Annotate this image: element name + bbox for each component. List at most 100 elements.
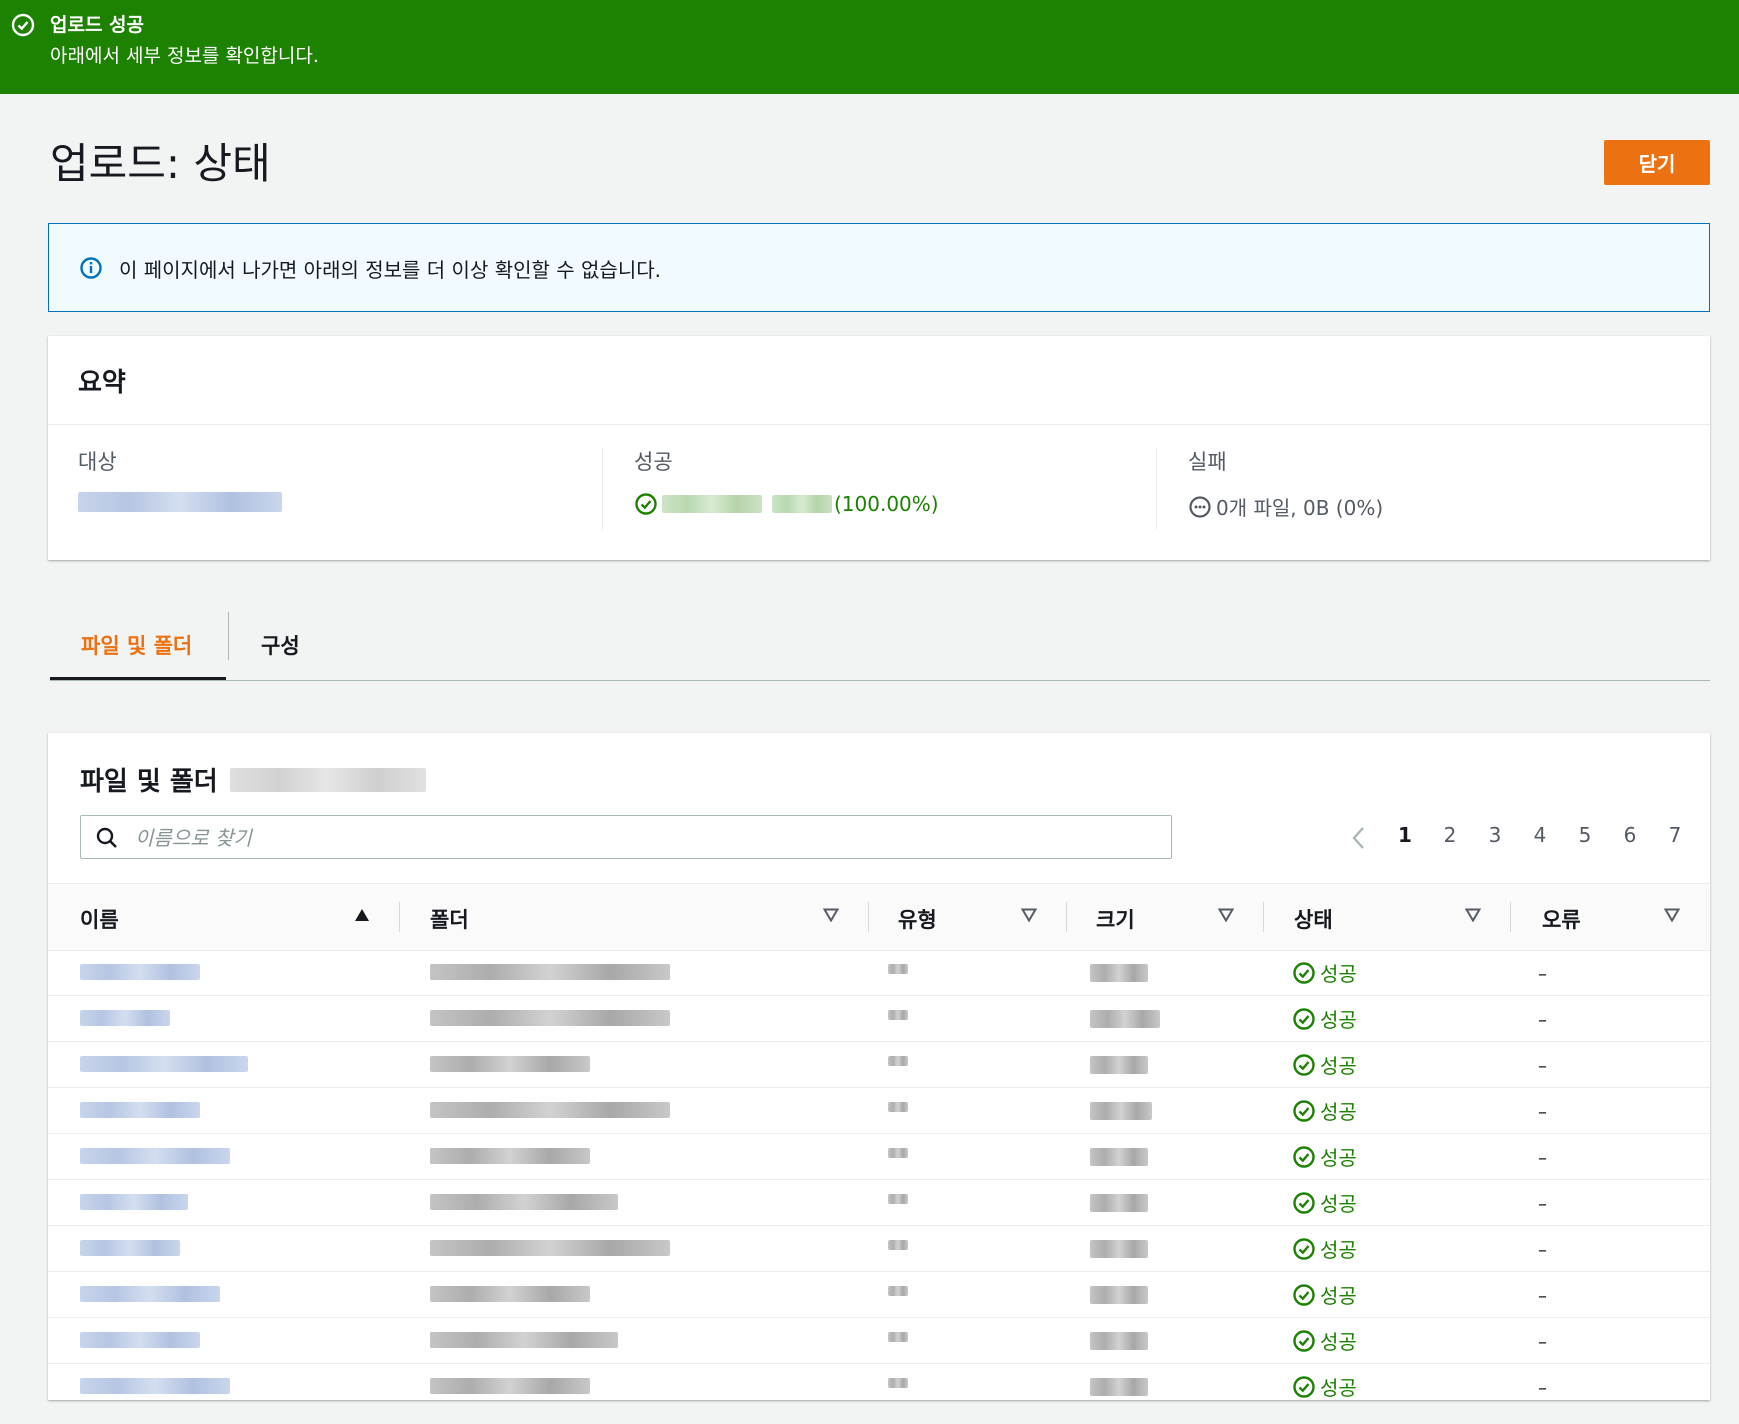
info-alert: 이 페이지에서 나가면 아래의 정보를 더 이상 확인할 수 없습니다. <box>48 223 1710 312</box>
sort-ascending-icon[interactable] <box>354 908 370 922</box>
redacted-size <box>1090 1194 1148 1212</box>
success-check-icon <box>1293 1375 1315 1398</box>
table-row: 성공 – <box>48 1226 1710 1272</box>
tab-configuration[interactable]: 구성 <box>261 630 300 660</box>
redacted-size <box>1090 1010 1160 1028</box>
table-row: 성공 – <box>48 1180 1710 1226</box>
redacted-file-name[interactable] <box>80 964 200 980</box>
summary-success: 성공 (100.00%) <box>634 446 939 516</box>
tab-divider <box>228 612 229 660</box>
success-check-icon <box>1293 1145 1315 1168</box>
page-2[interactable]: 2 <box>1436 823 1464 847</box>
sort-icon[interactable] <box>1218 908 1234 922</box>
failure-label: 실패 <box>1188 450 1227 474</box>
info-icon <box>80 257 102 279</box>
success-check-icon <box>1293 1099 1315 1122</box>
tab-files-and-folders[interactable]: 파일 및 폴더 <box>81 630 192 660</box>
search-box <box>80 815 1172 859</box>
redacted-type <box>888 964 908 974</box>
success-check-icon <box>1293 961 1315 984</box>
column-divider[interactable] <box>399 902 400 932</box>
table-body: 성공 – 성공 – 성공 – 성공 – 성공 – 성공 – 성공 – 성공 – … <box>48 950 1710 1400</box>
redacted-file-name[interactable] <box>80 1148 230 1164</box>
more-circle-icon <box>1189 495 1211 518</box>
success-check-icon <box>1293 1053 1315 1076</box>
redacted-size <box>1090 1286 1148 1304</box>
files-panel: 파일 및 폴더 1 2 3 4 5 6 7 이름 폴더 <box>48 733 1710 1400</box>
column-divider[interactable] <box>1263 902 1264 932</box>
status-success: 성공 <box>1292 1372 1357 1400</box>
redacted-type <box>888 1102 908 1112</box>
table-row: 성공 – <box>48 996 1710 1042</box>
redacted-success-size <box>772 495 832 513</box>
error-value: – <box>1538 1056 1547 1077</box>
redacted-folder <box>430 1056 590 1072</box>
summary-failure: 실패 0개 파일, 0B (0%) <box>1188 446 1383 521</box>
status-success: 성공 <box>1292 1234 1357 1263</box>
sort-icon[interactable] <box>1021 908 1037 922</box>
success-check-icon <box>1293 1007 1315 1030</box>
summary-header: 요약 <box>48 336 1710 425</box>
page-7[interactable]: 7 <box>1661 823 1689 847</box>
close-button[interactable]: 닫기 <box>1604 140 1710 185</box>
page-1[interactable]: 1 <box>1391 823 1419 847</box>
redacted-folder <box>430 1240 670 1256</box>
failure-text: 0개 파일, 0B (0%) <box>1216 496 1384 520</box>
column-divider[interactable] <box>868 902 869 932</box>
redacted-type <box>888 1010 908 1020</box>
table-row: 성공 – <box>48 1134 1710 1180</box>
redacted-target <box>78 492 282 512</box>
summary-divider <box>602 448 603 530</box>
page-6[interactable]: 6 <box>1616 823 1644 847</box>
table-row: 성공 – <box>48 1318 1710 1364</box>
column-folder[interactable]: 폴더 <box>430 904 469 934</box>
redacted-success-count <box>662 495 762 513</box>
active-tab-underline <box>50 677 226 680</box>
status-text: 성공 <box>1320 1008 1357 1032</box>
column-status[interactable]: 상태 <box>1294 904 1333 934</box>
redacted-file-name[interactable] <box>80 1194 188 1210</box>
status-text: 성공 <box>1320 1054 1357 1078</box>
sort-icon[interactable] <box>1465 908 1481 922</box>
column-error[interactable]: 오류 <box>1542 904 1581 934</box>
flash-message: 아래에서 세부 정보를 확인합니다. <box>50 45 319 67</box>
success-check-icon <box>635 493 657 515</box>
error-value: – <box>1538 1010 1547 1031</box>
column-size[interactable]: 크기 <box>1096 904 1135 934</box>
redacted-folder <box>430 1102 670 1118</box>
error-value: – <box>1538 1102 1547 1123</box>
summary-target: 대상 <box>78 446 282 512</box>
files-title-text: 파일 및 폴더 <box>80 767 218 797</box>
search-input[interactable] <box>133 822 1157 854</box>
status-text: 성공 <box>1320 1238 1357 1262</box>
sort-icon[interactable] <box>1664 908 1680 922</box>
column-divider[interactable] <box>1510 902 1511 932</box>
success-flash-bar: 업로드 성공 아래에서 세부 정보를 확인합니다. <box>0 0 1739 94</box>
redacted-folder <box>430 1378 590 1394</box>
redacted-file-name[interactable] <box>80 1102 200 1118</box>
redacted-size <box>1090 964 1148 982</box>
redacted-file-name[interactable] <box>80 1056 248 1072</box>
summary-title: 요약 <box>78 368 126 398</box>
success-check-icon <box>1293 1329 1315 1352</box>
column-type[interactable]: 유형 <box>898 904 937 934</box>
redacted-file-name[interactable] <box>80 1286 220 1302</box>
chevron-left-icon[interactable] <box>1350 825 1368 851</box>
sort-icon[interactable] <box>823 908 839 922</box>
redacted-file-name[interactable] <box>80 1332 200 1348</box>
page-4[interactable]: 4 <box>1526 823 1554 847</box>
status-success: 성공 <box>1292 1142 1357 1171</box>
redacted-type <box>888 1378 908 1388</box>
success-percent: (100.00%) <box>834 492 939 516</box>
error-value: – <box>1538 964 1547 985</box>
page-5[interactable]: 5 <box>1571 823 1599 847</box>
redacted-file-name[interactable] <box>80 1378 230 1394</box>
redacted-file-name[interactable] <box>80 1010 170 1026</box>
redacted-type <box>888 1240 908 1250</box>
page-3[interactable]: 3 <box>1481 823 1509 847</box>
column-name[interactable]: 이름 <box>80 904 119 934</box>
redacted-file-name[interactable] <box>80 1240 180 1256</box>
column-divider[interactable] <box>1066 902 1067 932</box>
redacted-type <box>888 1286 908 1296</box>
table-row: 성공 – <box>48 1088 1710 1134</box>
